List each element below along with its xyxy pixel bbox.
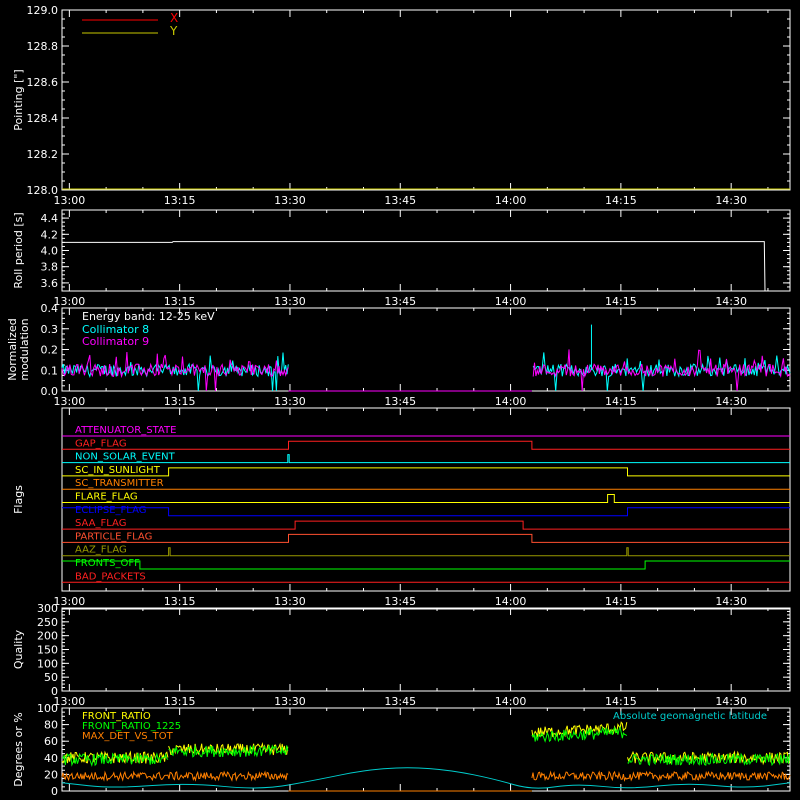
y-tick-label: 150 xyxy=(37,644,58,657)
time-tick-label: 13:15 xyxy=(164,295,196,308)
legend-label: Collimator 9 xyxy=(82,335,149,348)
time-tick-label: 13:30 xyxy=(274,194,306,207)
time-tick-label: 13:30 xyxy=(274,595,306,608)
y-tick-label: 80 xyxy=(44,719,58,732)
flag-label: SC_IN_SUNLIGHT xyxy=(75,465,161,476)
flag-label: SAA_FLAG xyxy=(75,518,126,529)
time-tick-label: 14:00 xyxy=(495,194,527,207)
flag-label: FRONTS_OFF xyxy=(75,558,140,569)
y-axis-label: Roll period [s] xyxy=(12,212,25,288)
flag-label: GAP_FLAG xyxy=(75,438,127,449)
y-tick-label: 128.6 xyxy=(27,76,59,89)
legend-label: Absolute geomagnetic latitude xyxy=(613,711,767,722)
y-tick-label: 4.4 xyxy=(41,212,59,225)
time-tick-label: 13:15 xyxy=(164,695,196,708)
time-tick-label: 14:00 xyxy=(495,395,527,408)
time-tick-label: 13:15 xyxy=(164,395,196,408)
time-tick-label: 13:45 xyxy=(384,595,416,608)
flag-label: NON_SOLAR_EVENT xyxy=(75,452,176,463)
legend-label: MAX_DET_VS_TOT xyxy=(82,731,174,742)
y-tick-label: 0.0 xyxy=(41,385,59,398)
y-tick-label: 129.0 xyxy=(27,4,59,17)
time-tick-label: 13:00 xyxy=(54,395,86,408)
time-tick-label: 14:15 xyxy=(605,695,637,708)
y-tick-label: 128.4 xyxy=(27,112,59,125)
y-tick-label: 100 xyxy=(37,657,58,670)
time-tick-label: 13:45 xyxy=(384,395,416,408)
y-tick-label: 0.2 xyxy=(41,344,59,357)
y-tick-label: 0.4 xyxy=(41,302,59,315)
time-tick-label: 14:30 xyxy=(715,194,747,207)
legend-label: Y xyxy=(169,24,178,38)
time-tick-label: 14:30 xyxy=(715,595,747,608)
time-tick-label: 14:15 xyxy=(605,395,637,408)
time-tick-label: 13:15 xyxy=(164,194,196,207)
y-tick-label: 0.3 xyxy=(41,323,59,336)
y-tick-label: 20 xyxy=(44,768,58,781)
y-tick-label: 128.0 xyxy=(27,184,59,197)
y-axis-label: Quality xyxy=(12,629,25,669)
y-tick-label: 0 xyxy=(51,685,58,698)
y-tick-label: 200 xyxy=(37,630,58,643)
y-tick-label: 3.6 xyxy=(41,277,59,290)
y-tick-label: 250 xyxy=(37,616,58,629)
time-tick-label: 14:15 xyxy=(605,295,637,308)
y-tick-label: 128.8 xyxy=(27,40,59,53)
time-tick-label: 14:30 xyxy=(715,295,747,308)
time-tick-label: 13:45 xyxy=(384,194,416,207)
time-tick-label: 13:30 xyxy=(274,695,306,708)
y-axis-label: Flags xyxy=(12,485,25,514)
time-tick-label: 14:00 xyxy=(495,595,527,608)
flag-label: FLARE_FLAG xyxy=(75,492,138,503)
y-tick-label: 128.2 xyxy=(27,148,59,161)
y-tick-label: 40 xyxy=(44,752,58,765)
y-tick-label: 50 xyxy=(44,671,58,684)
y-tick-label: 60 xyxy=(44,735,58,748)
time-tick-label: 13:30 xyxy=(274,395,306,408)
time-tick-label: 13:00 xyxy=(54,194,86,207)
y-tick-label: 0 xyxy=(51,785,58,798)
flag-label: SC_TRANSMITTER xyxy=(75,478,164,489)
flag-label: ATTENUATOR_STATE xyxy=(75,425,176,436)
flag-label: BAD_PACKETS xyxy=(75,571,146,582)
y-tick-label: 4.2 xyxy=(41,228,59,241)
time-tick-label: 14:15 xyxy=(605,595,637,608)
flag-label: PARTICLE_FLAG xyxy=(75,531,152,542)
y-tick-label: 300 xyxy=(37,602,58,615)
y-axis-label: modulation xyxy=(18,318,31,380)
flag-label: ECLIPSE_FLAG xyxy=(75,505,146,516)
legend-label: X xyxy=(170,11,178,25)
flag-label: AAZ_FLAG xyxy=(75,545,127,556)
y-tick-label: 3.8 xyxy=(41,261,59,274)
y-axis-label: Pointing ["] xyxy=(12,69,25,130)
hessi-observing-summary-chart: 13:00 13:15 13:30 13:45 14:00 14:15 14:30 128.0… xyxy=(0,0,800,800)
y-axis-label: Degrees or % xyxy=(12,712,25,786)
y-tick-label: 100 xyxy=(37,702,58,715)
y-tick-label: 4.0 xyxy=(41,245,59,258)
time-tick-label: 14:30 xyxy=(715,695,747,708)
time-tick-label: 14:15 xyxy=(605,194,637,207)
time-tick-label: 13:15 xyxy=(164,595,196,608)
time-tick-label: 14:00 xyxy=(495,695,527,708)
energy-band-annotation: Energy band: 12-25 keV xyxy=(82,310,215,323)
time-tick-label: 13:45 xyxy=(384,695,416,708)
time-tick-label: 14:30 xyxy=(715,395,747,408)
time-tick-label: 13:30 xyxy=(274,295,306,308)
time-tick-label: 13:00 xyxy=(54,595,86,608)
time-tick-label: 13:00 xyxy=(54,295,86,308)
time-tick-label: 13:45 xyxy=(384,295,416,308)
time-tick-label: 13:00 xyxy=(54,695,86,708)
y-tick-label: 0.1 xyxy=(41,364,59,377)
time-tick-label: 14:00 xyxy=(495,295,527,308)
